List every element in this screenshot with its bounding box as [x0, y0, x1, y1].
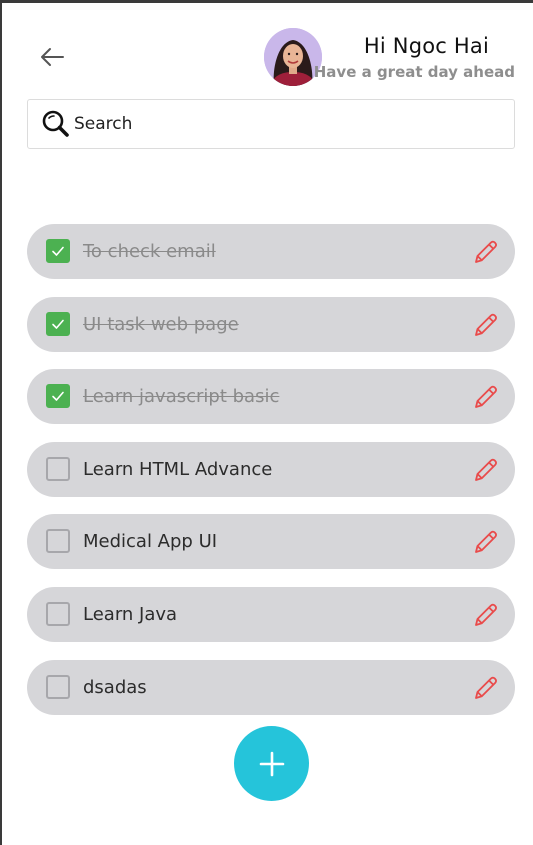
- edit-button[interactable]: [472, 456, 500, 484]
- edit-button[interactable]: [472, 311, 500, 339]
- pencil-icon: [475, 531, 497, 554]
- task-checkbox[interactable]: [46, 674, 70, 699]
- task-item: Learn HTML Advance: [27, 441, 515, 497]
- plus-icon: [259, 751, 284, 776]
- task-item: Learn javascript basic: [27, 369, 515, 425]
- task-label: To check email: [83, 241, 216, 262]
- pencil-icon: [475, 603, 497, 626]
- task-label: Learn Java: [83, 603, 178, 625]
- check-icon: [52, 319, 64, 329]
- task-checkbox[interactable]: [46, 384, 70, 409]
- search-bar[interactable]: [27, 99, 515, 149]
- add-task-button[interactable]: [234, 726, 309, 801]
- check-icon: [52, 391, 64, 401]
- pencil-icon: [475, 385, 497, 409]
- pencil-icon: [475, 313, 497, 336]
- edit-button[interactable]: [472, 383, 500, 411]
- app-window: Hi Ngoc Hai Have a great day ahead To ch…: [0, 0, 533, 845]
- task-item: UI task web page: [27, 296, 515, 352]
- check-icon: [52, 246, 64, 256]
- task-checkbox[interactable]: [46, 601, 70, 626]
- task-label: dsadas: [83, 676, 147, 698]
- task-item: To check email: [27, 224, 515, 279]
- pencil-icon: [475, 458, 497, 481]
- pencil-icon: [475, 676, 497, 699]
- edit-button[interactable]: [472, 674, 500, 702]
- task-item: dsadas: [27, 659, 515, 715]
- arrow-left-icon: [41, 48, 64, 66]
- task-label: Learn HTML Advance: [83, 458, 273, 480]
- task-checkbox[interactable]: [46, 529, 70, 554]
- search-input[interactable]: [74, 114, 474, 134]
- task-list: To check email UI task web page Learn ja…: [27, 224, 515, 732]
- edit-button[interactable]: [472, 238, 500, 266]
- search-icon: [42, 110, 69, 137]
- task-checkbox[interactable]: [46, 311, 70, 336]
- pencil-icon: [475, 240, 497, 263]
- greeting-subtitle: Have a great day ahead: [313, 63, 515, 81]
- task-label: Learn javascript basic: [83, 386, 280, 408]
- task-checkbox[interactable]: [46, 239, 70, 263]
- task-item: Learn Java: [27, 586, 515, 642]
- task-label: Medical App UI: [83, 531, 218, 553]
- edit-button[interactable]: [472, 601, 500, 629]
- back-button[interactable]: [38, 45, 66, 69]
- task-label: UI task web page: [83, 313, 239, 335]
- greeting-title: Hi Ngoc Hai: [363, 34, 489, 58]
- task-checkbox[interactable]: [46, 456, 70, 481]
- task-item: Medical App UI: [27, 514, 515, 570]
- edit-button[interactable]: [472, 528, 500, 556]
